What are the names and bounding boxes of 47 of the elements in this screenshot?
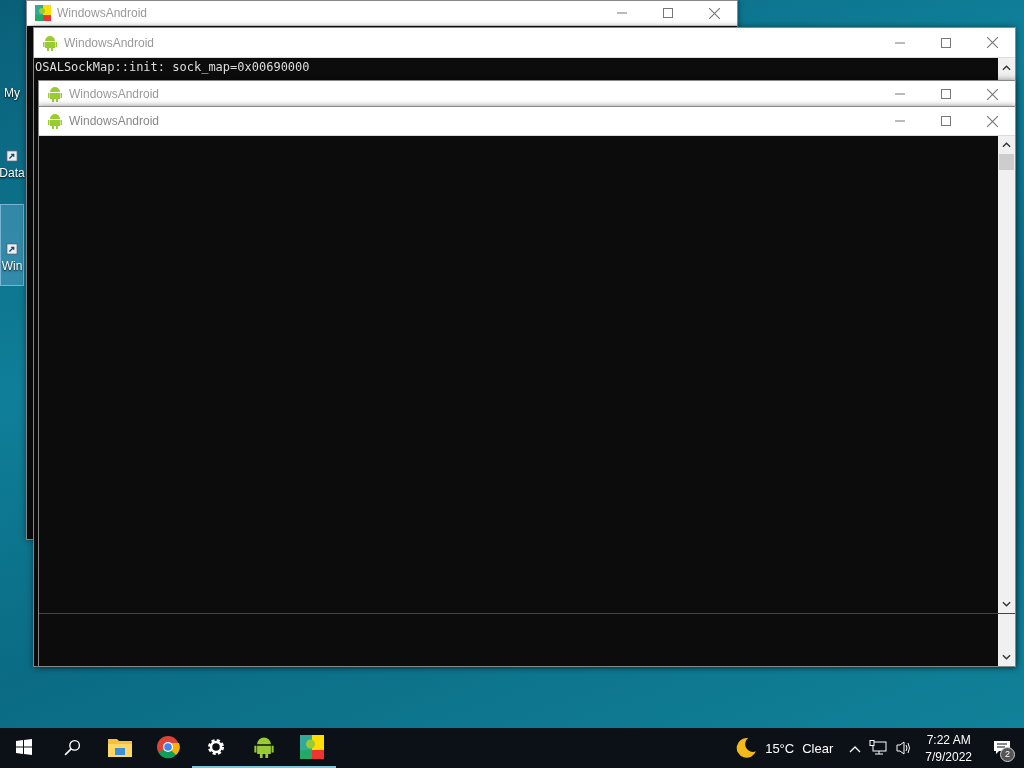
window-title: WindowsAndroid xyxy=(57,6,148,20)
caret-icon xyxy=(849,744,862,753)
windows-logo-icon xyxy=(16,739,32,755)
weather-temperature: 15°C xyxy=(765,740,795,756)
scroll-up-icon xyxy=(1002,142,1011,148)
close-icon xyxy=(708,7,720,19)
notifications-button[interactable]: 2 xyxy=(980,728,1024,768)
window-title: WindowsAndroid xyxy=(64,35,155,50)
close-icon xyxy=(986,88,998,100)
network-icon[interactable] xyxy=(869,740,888,756)
moon-icon xyxy=(735,737,758,759)
scrollbar[interactable] xyxy=(998,614,1015,666)
shortcut-icon xyxy=(6,150,18,162)
app-icon xyxy=(35,5,51,21)
scroll-down-icon xyxy=(1002,601,1011,607)
folder-icon xyxy=(108,737,132,757)
close-icon xyxy=(986,115,998,127)
desktop-shortcut[interactable]: Win xyxy=(0,204,24,286)
close-icon xyxy=(986,37,998,48)
shortcut-label: Win xyxy=(1,259,23,273)
scroll-thumb[interactable] xyxy=(999,154,1014,170)
clock[interactable]: 7:22 AM 7/9/2022 xyxy=(917,732,980,764)
scroll-down-icon xyxy=(1002,654,1011,660)
console-line: OSALSockMap::init: sock_map=0x00690000 xyxy=(35,60,311,74)
shortcut-label: My xyxy=(4,86,20,100)
search-icon xyxy=(63,738,81,756)
maximize-icon xyxy=(941,89,951,99)
android-icon xyxy=(253,736,275,758)
gear-icon xyxy=(206,737,226,757)
scrollbar[interactable] xyxy=(998,136,1015,613)
scroll-up-icon xyxy=(1002,65,1011,71)
window-title: WindowsAndroid xyxy=(69,114,160,128)
maximize-icon xyxy=(663,8,673,18)
android-icon xyxy=(42,34,58,51)
window-title: WindowsAndroid xyxy=(69,87,160,101)
desktop-shortcut[interactable]: My xyxy=(0,30,24,112)
shortcut-label: Data xyxy=(0,166,25,180)
browser-icon xyxy=(156,735,180,759)
maximize-icon xyxy=(941,37,951,48)
app-icon xyxy=(300,735,324,759)
desktop-shortcut[interactable]: Data xyxy=(0,110,24,192)
android-icon xyxy=(47,86,63,102)
android-icon xyxy=(47,113,63,129)
notification-count: 2 xyxy=(1000,747,1015,762)
shortcut-icon xyxy=(6,243,18,255)
maximize-icon xyxy=(941,116,951,126)
weather-condition: Clear xyxy=(802,740,834,756)
